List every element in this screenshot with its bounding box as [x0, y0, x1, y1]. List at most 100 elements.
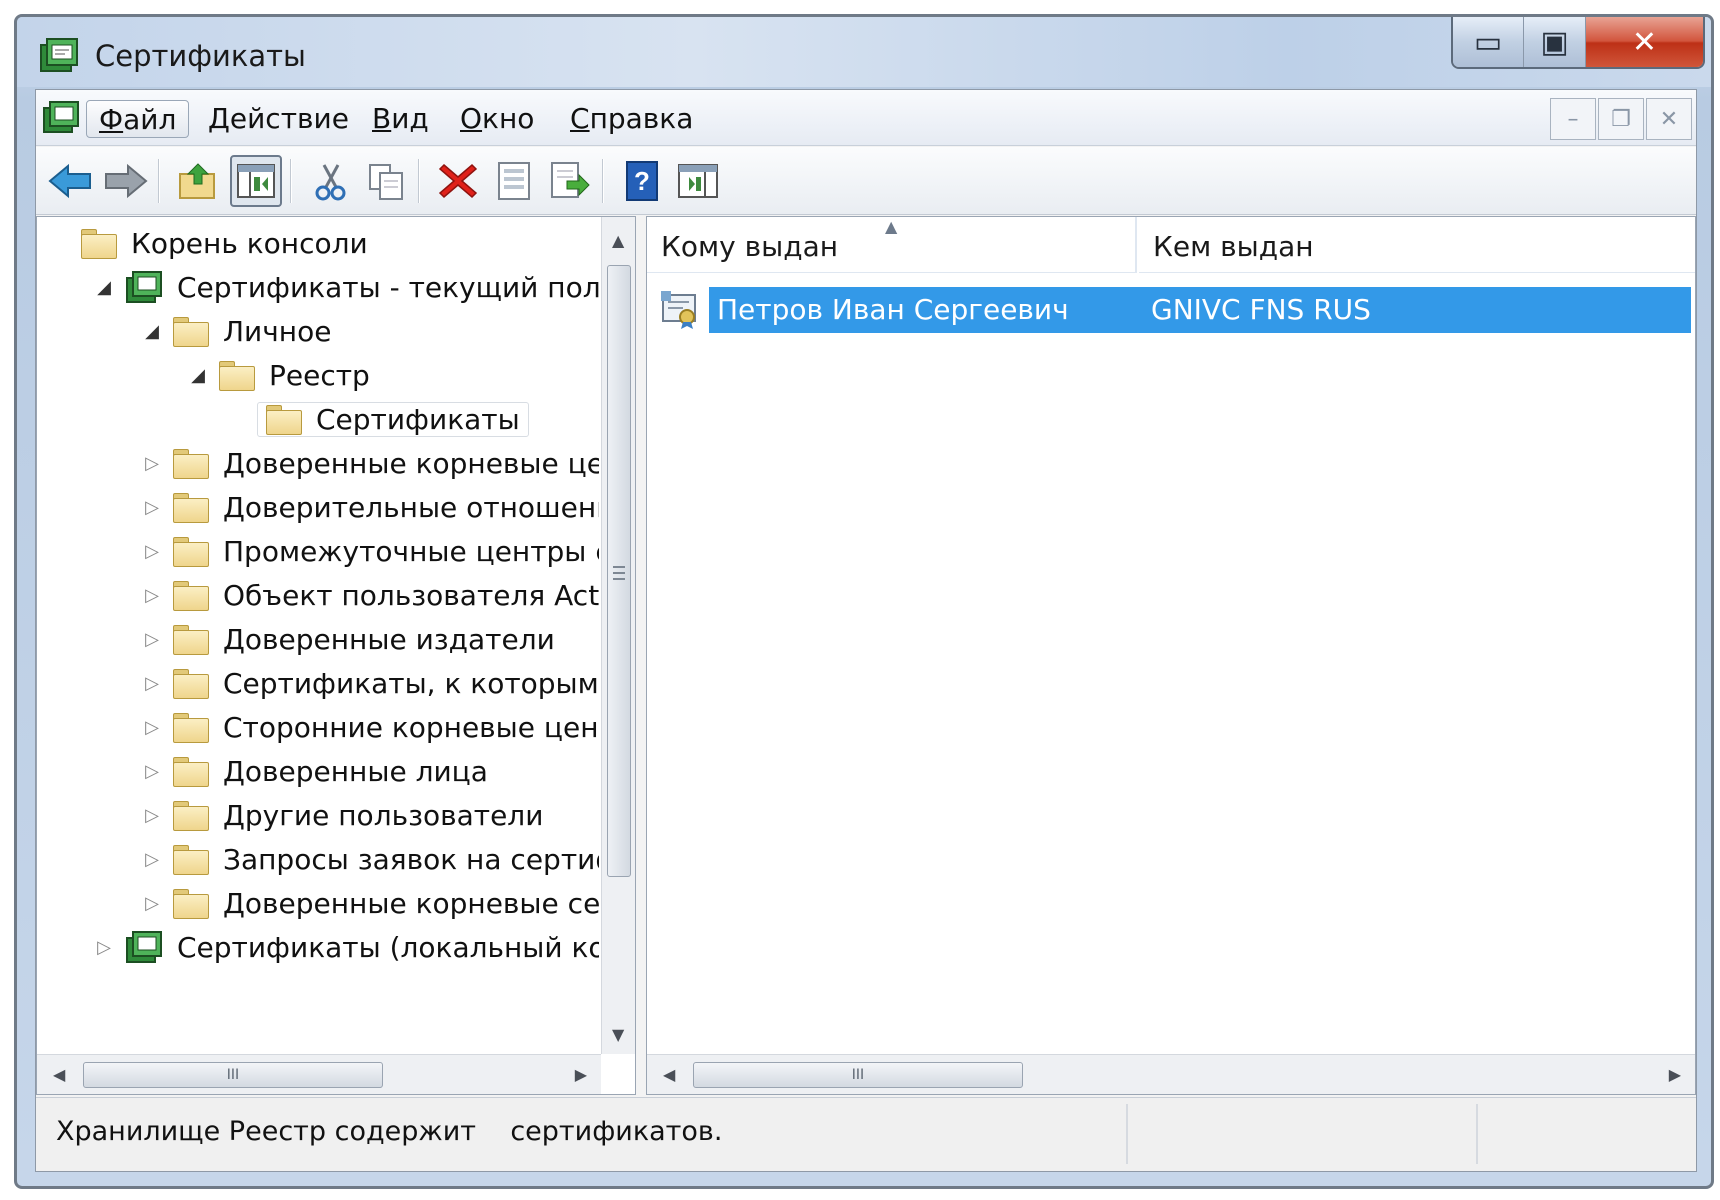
up-icon	[179, 163, 215, 199]
tree-node[interactable]: ▷ Доверенные корневые сертис	[141, 881, 599, 925]
tree-node-label: Сторонние корневые центры	[223, 710, 599, 744]
tree-node[interactable]: ▷ Сторонние корневые центры	[141, 705, 599, 749]
tree-node-label: Сертификаты, к которым нет	[223, 666, 599, 700]
certificate-row[interactable]: Петров Иван Сергеевич GNIVC FNS RUS	[659, 287, 1691, 333]
tree-node[interactable]: ▷ Объект пользователя Active D	[141, 573, 599, 617]
mdi-caption-buttons: – ❐ ✕	[1548, 98, 1692, 140]
properties-icon	[498, 162, 530, 200]
scroll-left-icon[interactable]: ◀	[53, 1065, 65, 1084]
collapsed-arrow-icon[interactable]: ▷	[141, 805, 163, 826]
collapsed-arrow-icon[interactable]: ▷	[141, 497, 163, 518]
show-hide-action-pane-button[interactable]	[672, 155, 724, 207]
tree-node[interactable]: ◢ Сертификаты - текущий пользов	[93, 265, 599, 309]
tree-node[interactable]: Сертификаты	[233, 397, 529, 441]
folder-icon	[173, 801, 209, 831]
tree-node[interactable]: ▷ Промежуточные центры серт	[141, 529, 599, 573]
help-button[interactable]: ?	[616, 155, 668, 207]
tree-node-label: Реестр	[269, 358, 370, 392]
sort-ascending-icon: ▲	[885, 217, 898, 236]
collapsed-arrow-icon[interactable]: ▷	[141, 849, 163, 870]
folder-icon	[173, 317, 209, 347]
status-divider	[1126, 1104, 1128, 1164]
scroll-left-icon[interactable]: ◀	[663, 1065, 675, 1084]
tree-vertical-scrollbar[interactable]: ▲ ▼	[601, 217, 635, 1054]
tree-node[interactable]: ▷ Доверительные отношения в	[141, 485, 599, 529]
copy-button[interactable]	[360, 155, 412, 207]
tree-node-label: Сертификаты	[316, 402, 520, 436]
scroll-down-icon[interactable]: ▼	[612, 1025, 624, 1044]
mdi-restore-button[interactable]: ❐	[1598, 98, 1644, 140]
expanded-arrow-icon[interactable]: ◢	[93, 277, 115, 298]
menu-file[interactable]: Файл	[86, 100, 190, 138]
list-horizontal-scrollbar[interactable]: ◀ III ▶	[647, 1054, 1695, 1094]
tree-node[interactable]: ▷ Доверенные корневые центры	[141, 441, 599, 485]
tree-node[interactable]: ◢ Реестр	[187, 353, 370, 397]
tree-node[interactable]: ▷ Запросы заявок на сертифика	[141, 837, 599, 881]
title-bar[interactable]: Сертификаты ▭ ▣ ✕	[17, 17, 1711, 87]
tree-node-label: Корень консоли	[131, 226, 368, 260]
console-tree[interactable]: Корень консоли ◢ Сертификаты - текущий пол…	[36, 216, 636, 1095]
folder-icon	[173, 669, 209, 699]
folder-icon	[173, 537, 209, 567]
folder-icon	[81, 229, 117, 259]
cut-button[interactable]	[304, 155, 356, 207]
collapsed-arrow-icon[interactable]: ▷	[141, 673, 163, 694]
collapsed-arrow-icon[interactable]: ▷	[141, 629, 163, 650]
properties-button[interactable]	[488, 155, 540, 207]
show-hide-tree-button[interactable]	[230, 155, 282, 207]
tree-node[interactable]: ▷ Другие пользователи	[141, 793, 543, 837]
tree-node-label: Сертификаты (локальный компь	[177, 930, 599, 964]
tree-node-label: Доверенные лица	[223, 754, 488, 788]
close-button[interactable]: ✕	[1585, 17, 1703, 67]
results-list[interactable]: ▲ Кому выдан Кем выдан Петров Иван Серге…	[646, 216, 1696, 1095]
tree-vertical-scroll-thumb[interactable]	[607, 265, 631, 877]
tree-node[interactable]: ▷ Доверенные издатели	[141, 617, 555, 661]
tree-node[interactable]: ▷ Доверенные лица	[141, 749, 488, 793]
status-bar: Хранилище Реестр содержит сертификатов.	[36, 1097, 1696, 1171]
mdi-minimize-button[interactable]: –	[1550, 98, 1596, 140]
up-one-level-button[interactable]	[172, 155, 224, 207]
back-button[interactable]	[44, 155, 96, 207]
column-header-issued-by[interactable]: Кем выдан	[1139, 217, 1695, 273]
delete-button[interactable]	[432, 155, 484, 207]
collapsed-arrow-icon[interactable]: ▷	[141, 541, 163, 562]
collapsed-arrow-icon[interactable]: ▷	[141, 717, 163, 738]
menu-help[interactable]: Справка	[558, 100, 705, 138]
collapsed-arrow-icon[interactable]: ▷	[141, 585, 163, 606]
tree-node[interactable]: ◢ Личное	[141, 309, 331, 353]
expanded-arrow-icon[interactable]: ◢	[187, 365, 209, 386]
toolbar: ?	[36, 147, 1696, 215]
tree-node[interactable]: ▷ Сертификаты (локальный компь	[93, 925, 599, 969]
cut-icon	[315, 164, 346, 201]
close-icon: ✕	[1631, 24, 1658, 60]
expanded-arrow-icon[interactable]: ◢	[141, 321, 163, 342]
certificate-icon	[661, 291, 696, 329]
collapsed-arrow-icon[interactable]: ▷	[93, 937, 115, 958]
collapsed-arrow-icon[interactable]: ▷	[141, 893, 163, 914]
column-header-issued-to[interactable]: ▲ Кому выдан	[647, 217, 1137, 273]
tree-horizontal-scroll-thumb[interactable]: III	[83, 1062, 383, 1088]
menu-action[interactable]: Действие	[196, 100, 361, 138]
export-list-button[interactable]	[544, 155, 596, 207]
toolbar-separator	[158, 159, 160, 203]
menu-view[interactable]: Вид	[360, 100, 441, 138]
scroll-right-icon[interactable]: ▶	[575, 1065, 587, 1084]
console-system-menu-icon[interactable]	[42, 100, 82, 136]
tree-node[interactable]: ▷ Сертификаты, к которым нет	[141, 661, 599, 705]
folder-icon	[219, 361, 255, 391]
maximize-button[interactable]: ▣	[1523, 17, 1585, 67]
tree-horizontal-scrollbar[interactable]: ◀ III ▶	[37, 1054, 601, 1094]
collapsed-arrow-icon[interactable]: ▷	[141, 761, 163, 782]
folder-icon	[173, 889, 209, 919]
forward-button[interactable]	[100, 155, 152, 207]
tree-node[interactable]: Корень консоли	[49, 221, 368, 265]
back-icon	[48, 163, 91, 199]
menu-window[interactable]: Окно	[448, 100, 546, 138]
scroll-right-icon[interactable]: ▶	[1669, 1065, 1681, 1084]
collapsed-arrow-icon[interactable]: ▷	[141, 453, 163, 474]
folder-icon	[173, 713, 209, 743]
list-horizontal-scroll-thumb[interactable]: III	[693, 1062, 1023, 1088]
minimize-button[interactable]: ▭	[1453, 17, 1523, 67]
scroll-up-icon[interactable]: ▲	[612, 231, 624, 250]
mdi-close-button[interactable]: ✕	[1646, 98, 1692, 140]
